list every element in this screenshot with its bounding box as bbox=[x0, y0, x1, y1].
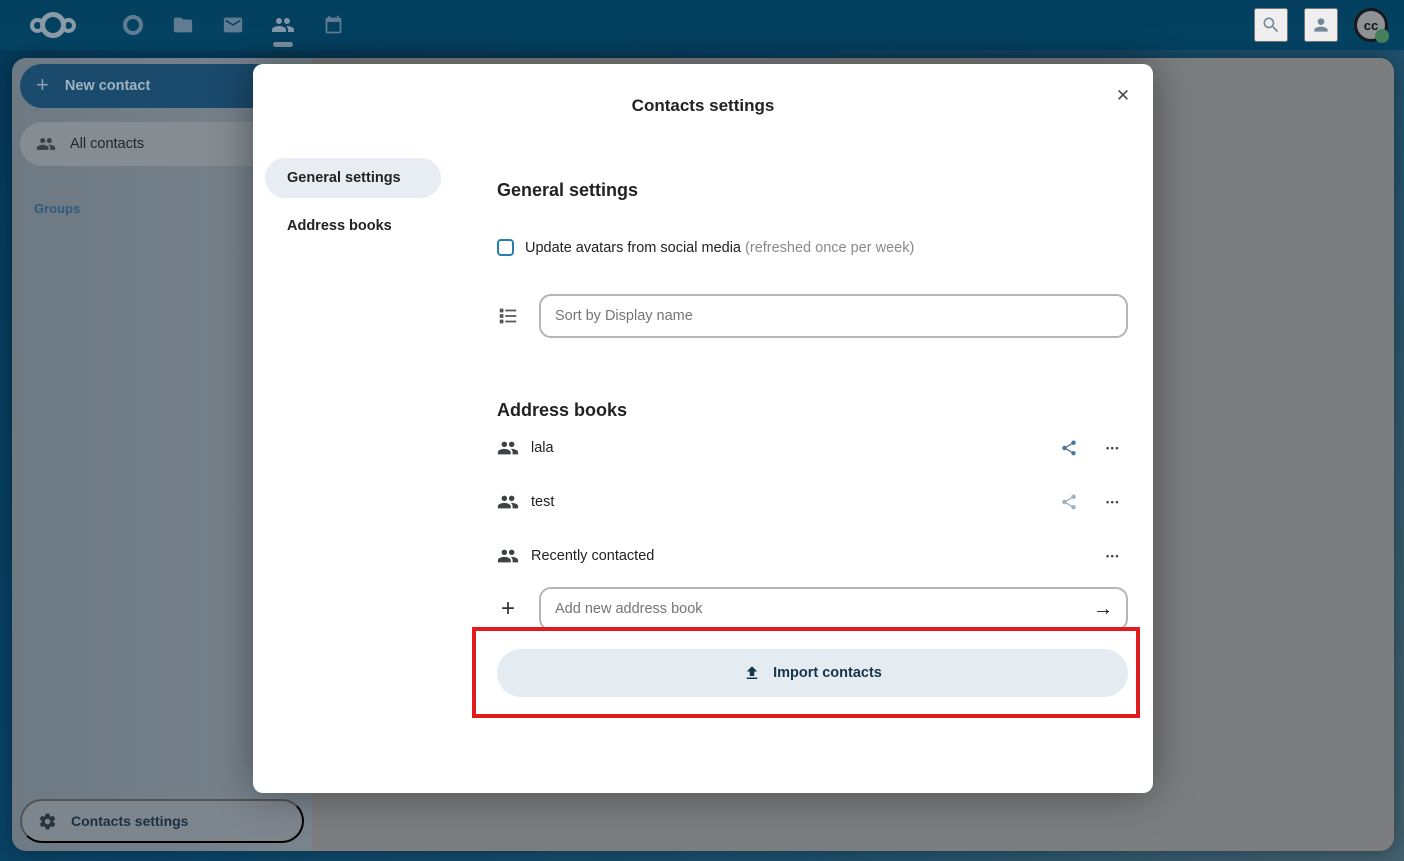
plus-icon: + bbox=[36, 72, 49, 98]
update-avatars-checkbox[interactable] bbox=[497, 239, 514, 256]
more-actions-icon[interactable]: ••• bbox=[1098, 433, 1128, 463]
checkbox-label-text: Update avatars from social media bbox=[525, 240, 741, 256]
active-app-indicator bbox=[273, 42, 293, 47]
circle-icon bbox=[123, 15, 143, 35]
address-book-row: test ••• bbox=[497, 475, 1128, 529]
submit-arrow-icon[interactable]: → bbox=[1084, 591, 1122, 627]
update-avatars-row: Update avatars from social media (refres… bbox=[497, 239, 1128, 256]
address-book-name: test bbox=[531, 494, 1054, 510]
import-contacts-button[interactable]: Import contacts bbox=[497, 649, 1128, 697]
people-icon bbox=[497, 437, 519, 459]
search-icon bbox=[1261, 15, 1281, 35]
checkbox-note: (refreshed once per week) bbox=[745, 240, 914, 256]
top-bar: cc bbox=[0, 0, 1404, 50]
app-navigation bbox=[108, 0, 358, 50]
gear-icon bbox=[38, 812, 57, 831]
people-icon bbox=[497, 491, 519, 513]
more-actions-icon[interactable]: ••• bbox=[1098, 541, 1128, 571]
more-actions-icon[interactable]: ••• bbox=[1098, 487, 1128, 517]
modal-nav: General settings Address books bbox=[265, 158, 441, 697]
address-book-name: lala bbox=[531, 440, 1054, 456]
online-status-dot bbox=[1375, 29, 1389, 43]
sort-select[interactable]: Sort by Display name bbox=[539, 294, 1128, 338]
sort-contacts-row: Sort by Display name bbox=[497, 294, 1128, 338]
user-avatar[interactable]: cc bbox=[1354, 8, 1388, 42]
folder-icon bbox=[172, 14, 194, 36]
modal-body: General settings Address books General s… bbox=[253, 158, 1153, 697]
app-contacts-icon[interactable] bbox=[258, 0, 308, 50]
app-dashboard-icon[interactable] bbox=[108, 0, 158, 50]
tab-address-books[interactable]: Address books bbox=[265, 206, 441, 246]
address-book-row: Recently contacted ••• bbox=[497, 529, 1128, 583]
upload-icon bbox=[743, 664, 761, 682]
app-mail-icon[interactable] bbox=[208, 0, 258, 50]
all-contacts-label: All contacts bbox=[70, 136, 144, 152]
app-files-icon[interactable] bbox=[158, 0, 208, 50]
add-address-book-placeholder: Add new address book bbox=[555, 601, 703, 617]
contacts-settings-modal: ✕ Contacts settings General settings Add… bbox=[253, 64, 1153, 793]
address-book-row: lala ••• bbox=[497, 421, 1128, 475]
general-settings-heading: General settings bbox=[497, 180, 1128, 201]
contacts-settings-button[interactable]: Contacts settings bbox=[20, 799, 304, 843]
import-contacts-label: Import contacts bbox=[773, 665, 882, 681]
update-avatars-label: Update avatars from social media (refres… bbox=[525, 240, 914, 256]
contacts-settings-label: Contacts settings bbox=[71, 813, 188, 829]
share-icon[interactable] bbox=[1054, 433, 1084, 463]
sort-select-value: Sort by Display name bbox=[555, 308, 693, 324]
tab-general-settings[interactable]: General settings bbox=[265, 158, 441, 198]
share-icon[interactable] bbox=[1054, 487, 1084, 517]
people-icon bbox=[497, 545, 519, 567]
list-icon bbox=[497, 305, 519, 327]
contacts-menu-button[interactable] bbox=[1304, 8, 1338, 42]
plus-icon: + bbox=[497, 595, 519, 623]
add-address-book-input[interactable]: Add new address book → bbox=[539, 587, 1128, 631]
address-book-name: Recently contacted bbox=[531, 548, 1054, 564]
logo-circle-center bbox=[40, 12, 66, 38]
modal-content: General settings Update avatars from soc… bbox=[497, 158, 1128, 697]
import-contacts-area: Import contacts bbox=[497, 649, 1128, 697]
close-icon[interactable]: ✕ bbox=[1109, 82, 1137, 110]
people-icon bbox=[271, 13, 295, 37]
new-contact-label: New contact bbox=[65, 78, 150, 94]
envelope-icon bbox=[222, 14, 244, 36]
groups-section-label: Groups bbox=[34, 201, 80, 216]
people-icon bbox=[36, 134, 56, 154]
top-bar-right: cc bbox=[1254, 8, 1388, 42]
calendar-icon bbox=[323, 15, 344, 36]
modal-title: Contacts settings bbox=[253, 64, 1153, 116]
person-icon bbox=[1311, 15, 1331, 35]
search-button[interactable] bbox=[1254, 8, 1288, 42]
add-address-book-row: + Add new address book → bbox=[497, 587, 1128, 631]
nextcloud-logo-icon[interactable] bbox=[22, 12, 84, 38]
app-calendar-icon[interactable] bbox=[308, 0, 358, 50]
address-books-heading: Address books bbox=[497, 400, 1128, 421]
